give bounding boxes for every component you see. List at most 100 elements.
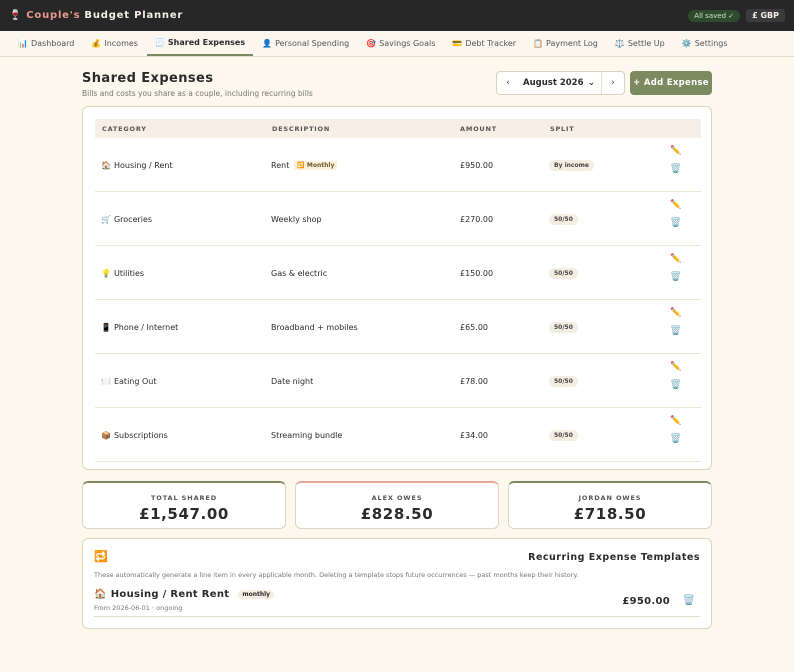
summary-label: TOTAL SHARED — [150, 494, 218, 502]
page-subtitle: Bills and costs you share as a couple, i… — [82, 89, 313, 98]
expense-table-card: CATEGORY DESCRIPTION AMOUNT SPLIT 🏠 Housi… — [82, 106, 712, 470]
tab-savings-goals[interactable]: 🎯 Savings Goals — [358, 31, 443, 56]
package-icon: 📦 — [101, 430, 111, 440]
tab-dashboard[interactable]: 📊 Dashboard — [10, 31, 82, 56]
tab-shared-expenses[interactable]: 🧾 Shared Expenses — [146, 31, 254, 56]
tab-label: Settings — [694, 39, 728, 48]
split-badge: By income — [549, 159, 594, 171]
edit-icon[interactable]: ✏️ — [670, 362, 681, 372]
tab-payment-log[interactable]: 📋 Payment Log — [525, 31, 606, 56]
app-title: Budget Planner — [84, 10, 184, 21]
recurring-template-item: 🏠 Housing / Rent Rent monthly From 2026-… — [94, 589, 700, 617]
delete-icon[interactable]: 🗑️ — [670, 326, 681, 336]
edit-icon[interactable]: ✏️ — [670, 416, 681, 426]
total-shared-card: TOTAL SHARED £1,547.00 — [82, 481, 286, 529]
app-title-accent: Couple's — [26, 10, 81, 21]
tab-settings[interactable]: ⚙️ Settings — [674, 31, 736, 56]
money-bag-icon: 💰 — [91, 39, 102, 48]
house-icon: 🏠 — [101, 160, 111, 170]
tab-settle-up[interactable]: ⚖️ Settle Up — [607, 31, 673, 56]
chart-icon: 📊 — [18, 39, 28, 48]
col-split: SPLIT — [550, 124, 575, 133]
edit-icon[interactable]: ✏️ — [670, 254, 681, 264]
col-description: DESCRIPTION — [272, 124, 331, 133]
row-amount: £270.00 — [460, 214, 494, 224]
table-row: 📱 Phone / Internet Broadband + mobiles £6… — [95, 300, 701, 354]
recurring-title: Recurring Expense Templates — [528, 552, 700, 563]
delete-icon[interactable]: 🗑️ — [670, 218, 681, 228]
summary-value: £828.50 — [360, 505, 434, 523]
edit-icon[interactable]: ✏️ — [670, 308, 681, 318]
lightbulb-icon: 💡 — [101, 268, 111, 278]
summary-value: £718.50 — [573, 505, 647, 523]
month-picker: ‹ August 2026 ⌄ › — [496, 71, 625, 95]
delete-template-icon[interactable]: 🗑️ — [683, 595, 695, 606]
tab-label: Dashboard — [30, 39, 75, 48]
summary-value: £1,547.00 — [139, 505, 229, 523]
row-category: Housing / Rent — [113, 160, 173, 170]
template-date-range: From 2026-06-01 · ongoing — [94, 604, 183, 612]
chevron-down-icon: ⌄ — [587, 78, 595, 88]
plate-icon: 🍽️ — [101, 376, 111, 386]
page-header: Shared Expenses Bills and costs you shar… — [82, 71, 313, 98]
split-badge: 50/50 — [549, 267, 578, 279]
split-badge: 50/50 — [549, 213, 578, 225]
table-row: 🛒 Groceries Weekly shop £270.00 50/50 ✏️ 🗑… — [95, 192, 701, 246]
add-expense-button[interactable]: + Add Expense — [630, 71, 712, 95]
row-category: Phone / Internet — [113, 322, 179, 332]
delete-icon[interactable]: 🗑️ — [670, 164, 681, 174]
row-description: Broadband + mobiles — [271, 322, 358, 332]
row-description: Weekly shop — [271, 214, 322, 224]
page-title: Shared Expenses — [82, 71, 214, 86]
month-select[interactable]: August 2026 ⌄ — [519, 72, 602, 94]
col-amount: AMOUNT — [460, 124, 497, 133]
tab-personal-spending[interactable]: 👤 Personal Spending — [254, 31, 357, 56]
jordan-owes-card: JORDAN OWES £718.50 — [508, 481, 712, 529]
table-header: CATEGORY DESCRIPTION AMOUNT SPLIT — [95, 119, 701, 138]
table-row: 🍽️ Eating Out Date night £78.00 50/50 ✏️ 🗑… — [95, 354, 701, 408]
row-amount: £950.00 — [460, 160, 494, 170]
delete-icon[interactable]: 🗑️ — [670, 434, 681, 444]
edit-icon[interactable]: ✏️ — [670, 200, 681, 210]
tab-debt-tracker[interactable]: 💳 Debt Tracker — [444, 31, 524, 56]
row-description: Streaming bundle — [271, 430, 343, 440]
delete-icon[interactable]: 🗑️ — [670, 272, 681, 282]
cart-icon: 🛒 — [101, 214, 111, 224]
tab-label: Savings Goals — [379, 39, 436, 48]
split-badge: 50/50 — [549, 375, 578, 387]
next-month-button[interactable]: › — [602, 78, 624, 88]
table-row: 📦 Subscriptions Streaming bundle £34.00 5… — [95, 408, 701, 462]
col-category: CATEGORY — [102, 124, 147, 133]
tab-incomes[interactable]: 💰 Incomes — [83, 31, 146, 56]
top-bar: 🍷 Couple's Budget Planner All saved ✓ £ … — [0, 0, 794, 31]
row-description: Rent — [271, 160, 290, 170]
row-amount: £78.00 — [460, 376, 488, 386]
phone-icon: 📱 — [101, 322, 111, 332]
alex-owes-card: ALEX OWES £828.50 — [295, 481, 499, 529]
tab-label: Incomes — [104, 39, 138, 48]
row-description: Date night — [271, 376, 314, 386]
table-row: 🏠 Housing / Rent Rent 🔁 Monthly £950.00 By… — [95, 138, 701, 192]
edit-icon[interactable]: ✏️ — [670, 146, 681, 156]
delete-icon[interactable]: 🗑️ — [670, 380, 681, 390]
receipt-icon: 🧾 — [154, 38, 165, 47]
target-icon: 🎯 — [366, 39, 377, 48]
app-brand: 🍷 Couple's Budget Planner — [9, 10, 183, 21]
summary-label: JORDAN OWES — [578, 494, 642, 502]
row-category: Subscriptions — [113, 430, 168, 440]
recurring-note: These automatically generate a line item… — [94, 571, 579, 579]
tab-label: Payment Log — [546, 39, 598, 48]
main-nav: 📊 Dashboard 💰 Incomes 🧾 Shared Expenses 👤 Pe… — [0, 31, 794, 57]
tab-label: Shared Expenses — [167, 38, 246, 47]
row-amount: £150.00 — [460, 268, 494, 278]
split-badge: 50/50 — [549, 321, 578, 333]
split-badge: 50/50 — [549, 429, 578, 441]
prev-month-button[interactable]: ‹ — [497, 78, 519, 88]
currency-selector[interactable]: £ GBP — [746, 9, 785, 22]
person-icon: 👤 — [262, 39, 273, 48]
repeat-icon: 🔁 — [94, 550, 108, 563]
save-status-badge: All saved ✓ — [688, 9, 741, 22]
gear-icon: ⚙️ — [681, 39, 692, 48]
template-name: Housing / Rent Rent — [110, 589, 230, 600]
scales-icon: ⚖️ — [614, 39, 625, 48]
